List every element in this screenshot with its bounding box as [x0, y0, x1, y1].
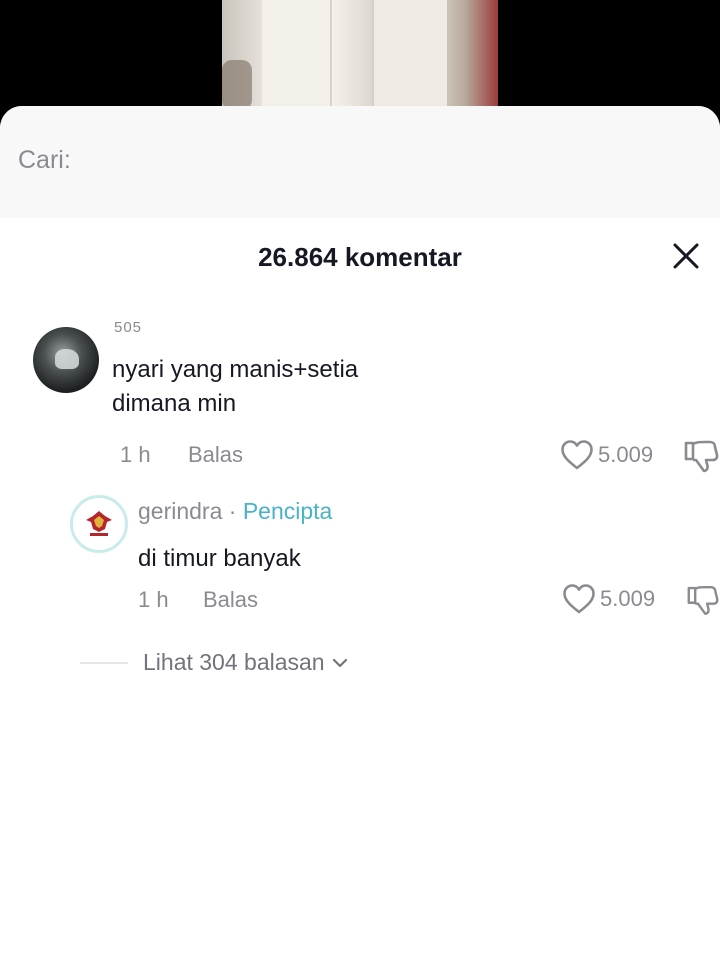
garuda-logo-icon	[82, 507, 116, 541]
view-replies-label: Lihat 304 balasan	[143, 649, 325, 675]
reply-like-button[interactable]: 5.009	[562, 583, 655, 615]
reply-separator: ·	[222, 498, 243, 524]
heart-outline-icon	[561, 440, 593, 470]
view-replies-divider	[80, 662, 128, 664]
reply-like-count: 5.009	[600, 586, 656, 611]
comment-text-line-1: nyari yang manis+setia	[112, 356, 359, 383]
comment-text-line-2: dimana min	[112, 390, 237, 417]
thumbs-down-icon	[684, 440, 719, 473]
search-bar[interactable]: Cari:	[0, 106, 720, 218]
reply-dislike-button[interactable]	[686, 583, 720, 622]
comments-sheet: Cari: 26.864 komentar 505 nyari yang man…	[0, 106, 720, 960]
comment-like-button[interactable]: 5.009	[560, 439, 653, 471]
view-replies-button[interactable]: Lihat 304 balasan	[143, 649, 349, 676]
comment-like-count: 5.009	[598, 442, 654, 467]
chevron-down-icon	[332, 658, 347, 667]
reply-username[interactable]: gerindra	[138, 498, 222, 524]
reply-timestamp: 1 h	[138, 587, 169, 612]
comment-dislike-button[interactable]	[683, 439, 720, 478]
comments-count-title: 26.864 komentar	[258, 242, 462, 272]
comment-text: nyari yang manis+setia dimana min	[112, 353, 492, 421]
reply-username-line[interactable]: gerindra · Pencipta	[138, 498, 332, 525]
comment-reply-button[interactable]: Balas	[188, 442, 243, 468]
reply-text: di timur banyak	[138, 545, 301, 572]
close-button[interactable]	[666, 236, 706, 276]
comment-username[interactable]: 505	[114, 319, 142, 336]
reply-reply-button[interactable]: Balas	[203, 587, 258, 613]
comment-timestamp: 1 h	[120, 442, 151, 467]
creator-badge: Pencipta	[242, 498, 333, 524]
thumbs-down-icon	[687, 585, 719, 615]
search-label: Cari:	[18, 146, 71, 174]
close-icon	[673, 243, 699, 269]
avatar[interactable]	[33, 327, 99, 393]
creator-avatar[interactable]	[70, 495, 128, 553]
heart-outline-icon	[563, 584, 595, 614]
